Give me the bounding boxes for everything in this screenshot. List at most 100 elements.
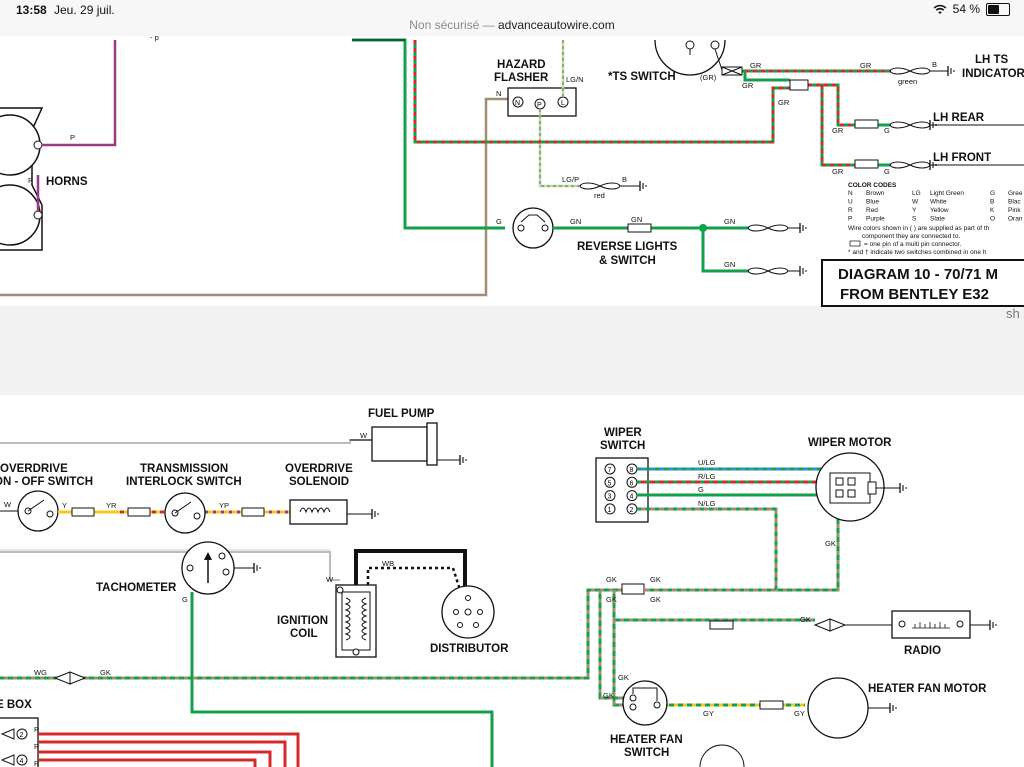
heater-fan-switch-label-1: HEATER FAN	[610, 734, 683, 746]
switch-pin-number: 8	[630, 467, 634, 474]
wire-label-r-2: R	[34, 742, 40, 751]
wire-label-gk-4: GK	[606, 595, 617, 604]
fuse-number: 4	[20, 758, 24, 765]
wire-label-lgn: LG/N	[566, 75, 584, 84]
reverse-lights-label-1: REVERSE LIGHTS	[577, 241, 678, 253]
wire-label-gk-8: GK	[603, 691, 614, 700]
wire-label-p-horn-2: P	[28, 176, 33, 185]
switch-pin-number: 2	[630, 507, 634, 514]
footer-fragment: sh	[1006, 306, 1020, 321]
fuel-pump-label: FUEL PUMP	[368, 408, 435, 420]
legend-entry: P	[848, 216, 852, 223]
lh-ts-indicator-label-1: LH TS	[975, 54, 1009, 66]
wire-label-b-2: B	[932, 60, 937, 69]
radio-label: RADIO	[904, 645, 941, 657]
wire-label-gk-7: GK	[618, 673, 629, 682]
transmission-label-1: TRANSMISSION	[140, 463, 228, 475]
wire-label-g-2: G	[884, 167, 890, 176]
wire-label-b-1: B	[622, 175, 627, 184]
legend-entry: Red	[866, 207, 878, 214]
wire-label-ulg: U/LG	[698, 458, 716, 467]
diagram-title-line-1: DIAGRAM 10 - 70/71 M	[838, 266, 998, 283]
reverse-lights-label-2: & SWITCH	[599, 255, 656, 267]
fuse-number: 2	[20, 732, 24, 739]
wire-label-r-1: R	[34, 725, 40, 734]
wire-label-red: red	[594, 191, 605, 200]
wire-label-gk-2: GK	[606, 575, 617, 584]
wire-label-g-wiper: G	[698, 485, 704, 494]
legend-entry: N	[848, 190, 853, 197]
legend-entry: Brown	[866, 190, 885, 197]
wire-label-gn-3: GN	[724, 217, 735, 226]
wire-label-gn-2: GN	[631, 215, 642, 224]
wire-label-gk-5: GK	[650, 595, 661, 604]
wire-label-r-3: R	[34, 759, 40, 767]
diagram-title-box: DIAGRAM 10 - 70/71 M FROM BENTLEY E32	[821, 259, 1024, 307]
wire-label-p-horn: P	[70, 133, 75, 142]
wire-label-gr-5: GR	[832, 126, 844, 135]
wire-label-g-1: G	[884, 126, 890, 135]
wire-label-gk-3: GK	[650, 575, 661, 584]
legend-entry: K	[990, 207, 995, 214]
hazard-flasher-label-2: FLASHER	[494, 72, 549, 84]
wire-label-wb: WB	[382, 559, 394, 568]
ts-switch-label: *TS SWITCH	[608, 71, 676, 83]
ignition-coil-label-1: IGNITION	[277, 615, 328, 627]
tachometer-label: TACHOMETER	[96, 582, 177, 594]
wire-label-yp: YP	[219, 501, 229, 510]
heater-fan-motor-label: HEATER FAN MOTOR	[868, 683, 987, 695]
wiper-switch-label-1: WIPER	[604, 427, 642, 439]
wire-label-gk-1: GK	[825, 539, 836, 548]
lh-front-label: LH FRONT	[933, 152, 991, 164]
wire-label-w-tach: W	[326, 575, 334, 584]
overdrive-solenoid-label-1: OVERDRIVE	[285, 463, 353, 475]
switch-pin-number: 5	[608, 480, 612, 487]
wire-label-g-tach: G	[182, 595, 188, 604]
terminal-p: P	[537, 102, 542, 109]
legend-entry: Slate	[930, 216, 945, 223]
legend-entry: U	[848, 199, 853, 206]
wire-label-rlg: R/LG	[698, 472, 716, 481]
legend-entry: W	[912, 199, 919, 206]
legend-entry: Purple	[866, 216, 885, 223]
legend-entry: Blue	[866, 199, 879, 206]
wiper-switch-label-2: SWITCH	[600, 440, 645, 452]
legend-note-1: Wire colors shown in ( ) are supplied as…	[848, 225, 990, 232]
legend-entry: G	[990, 190, 995, 197]
wire-label-y: Y	[62, 501, 67, 510]
wire-label-green: green	[898, 77, 917, 86]
wire-label-gk-9: GK	[100, 668, 111, 677]
wire-label-gr-2: GR	[742, 81, 754, 90]
lh-ts-indicator-label-2: INDICATOR	[962, 68, 1024, 80]
wire-label-gn-4: GN	[724, 260, 735, 269]
wire-label-gr-paren: (GR)	[700, 73, 717, 82]
horns-label: HORNS	[46, 176, 88, 188]
legend-note-3: = one pin of a multi pin connector.	[864, 241, 962, 248]
switch-pin-number: 1	[608, 507, 612, 514]
wire-label-gr-6: GR	[832, 167, 844, 176]
wire-label-w-fuel: W	[360, 431, 368, 440]
wire-label-gy-2: GY	[794, 709, 805, 718]
wire-label-nlg: N/LG	[698, 499, 716, 508]
legend-entry: Oran	[1008, 216, 1023, 223]
distributor-label: DISTRIBUTOR	[430, 643, 509, 655]
transmission-label-2: INTERLOCK SWITCH	[126, 476, 242, 488]
legend-entry: Yellow	[930, 207, 949, 214]
legend-entry: White	[930, 199, 947, 206]
wire-label-wg: WG	[34, 668, 47, 677]
wire-label-w-od: W	[4, 500, 12, 509]
legend-entry: O	[990, 216, 995, 223]
wire-label-g-3: G	[496, 217, 502, 226]
fuse-box-label: E BOX	[0, 699, 32, 711]
legend-entry: B	[990, 199, 994, 206]
overdrive-solenoid-label-2: SOLENOID	[289, 476, 349, 488]
overdrive-switch-label-1: OVERDRIVE	[0, 463, 68, 475]
wire-label-gr-3: GR	[860, 61, 872, 70]
wire-label-gr-1: GR	[750, 61, 762, 70]
lh-rear-label: LH REAR	[933, 112, 985, 124]
legend-note-4: * and † indicate two switches combined i…	[848, 249, 987, 256]
wire-fragment-top: - p	[150, 33, 159, 42]
switch-pin-number: 7	[608, 467, 612, 474]
ignition-coil-label-2: COIL	[290, 628, 317, 640]
legend-entry: Pink	[1008, 207, 1021, 214]
